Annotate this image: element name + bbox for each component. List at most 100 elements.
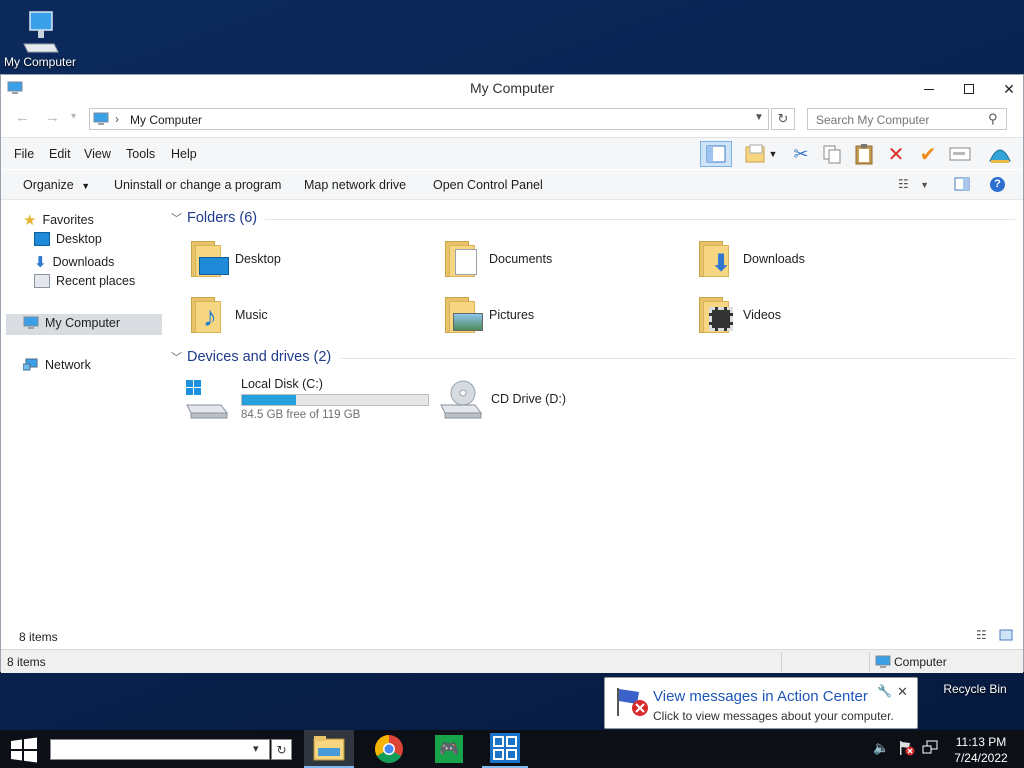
nav-recent-places[interactable]: Recent places (34, 274, 135, 288)
recent-locations-button[interactable]: ▾ (71, 111, 76, 122)
folder-note-icon (745, 144, 765, 163)
chevron-down-icon: ▾ (253, 743, 259, 755)
close-button[interactable]: ✕ (989, 75, 1024, 103)
folder-documents[interactable]: Documents (443, 236, 552, 282)
nav-my-computer[interactable]: My Computer (23, 316, 120, 330)
taskbar-clock[interactable]: 11:13 PM 7/24/2022 (948, 734, 1014, 766)
paste-button[interactable] (851, 141, 877, 167)
details-view-icon: ☷ (976, 628, 987, 642)
desktop-icon-recycle-bin[interactable]: Recycle Bin (935, 682, 1015, 696)
folder-icon: ⬇ (697, 239, 735, 279)
folder-pictures[interactable]: Pictures (443, 292, 534, 338)
action-center-notification[interactable]: View messages in Action Center Click to … (604, 677, 918, 729)
notification-options-button[interactable]: 🔧 (877, 684, 892, 698)
nav-favorites[interactable]: ★ Favorites (23, 211, 94, 229)
open-control-panel-button[interactable]: Open Control Panel (433, 178, 543, 192)
nav-downloads[interactable]: ⬇ Downloads (34, 253, 114, 271)
notification-close-button[interactable]: ✕ (897, 684, 908, 700)
organize-button[interactable]: Organize ▼ (23, 178, 90, 192)
computer-icon (93, 112, 109, 125)
volume-button[interactable]: 🔈 (873, 740, 889, 756)
network-tray-button[interactable] (922, 740, 938, 759)
network-tray-icon (922, 740, 938, 754)
forward-button[interactable]: → (45, 109, 60, 126)
chevron-down-icon: ▼ (768, 149, 778, 159)
nav-label: Recent places (56, 274, 136, 288)
folder-label: Videos (743, 308, 781, 322)
change-view-button[interactable]: ☷ ▼ (898, 177, 929, 191)
desktop-icon (34, 232, 50, 246)
uninstall-program-button[interactable]: Uninstall or change a program (114, 178, 281, 192)
map-network-drive-button[interactable]: Map network drive (304, 178, 406, 192)
taskbar-refresh-button[interactable]: ↻ (271, 739, 292, 760)
folders-group-header[interactable]: ﹀ Folders (6) (171, 210, 257, 226)
folder-videos[interactable]: Videos (697, 292, 781, 338)
action-center-tray-button[interactable] (899, 740, 915, 759)
status-bar: 8 items Computer (1, 649, 1023, 673)
menu-view[interactable]: View (84, 147, 111, 161)
refresh-button[interactable]: ↻ (771, 108, 795, 130)
shell-button[interactable] (987, 141, 1013, 167)
folder-downloads[interactable]: ⬇ Downloads (697, 236, 805, 282)
refresh-icon: ↻ (276, 742, 287, 757)
menu-bar: File Edit View Tools Help ▼ ✂ ✕ ✔ (1, 137, 1023, 169)
title-bar[interactable]: My Computer ✕ (1, 75, 1023, 103)
taskbar-search-box[interactable]: ▾ (50, 739, 270, 760)
back-button[interactable]: ← (15, 109, 30, 126)
menu-help[interactable]: Help (171, 147, 197, 161)
taskbar-xbox[interactable]: 🎮 (424, 730, 474, 768)
preview-pane-toggle[interactable] (954, 177, 970, 194)
flag-error-icon (900, 741, 915, 756)
copy-button[interactable] (819, 141, 845, 167)
drive-usage-fill (242, 395, 296, 405)
menu-tools[interactable]: Tools (126, 147, 155, 161)
computer-icon (875, 655, 891, 668)
search-box[interactable]: ⚲ (807, 108, 1007, 130)
speaker-icon: 🔈 (873, 740, 890, 755)
large-icons-view-button[interactable] (999, 629, 1013, 644)
clipboard-icon (855, 144, 873, 165)
cut-button[interactable]: ✂ (788, 141, 814, 167)
nav-network[interactable]: Network (23, 358, 91, 372)
maximize-button[interactable] (949, 75, 989, 103)
drive-d[interactable]: CD Drive (D:) (439, 375, 566, 423)
details-view-button[interactable]: ☷ (976, 628, 987, 642)
drive-c[interactable]: Local Disk (C:) 84.5 GB free of 119 GB (185, 375, 429, 423)
chevron-down-icon: ▾ (71, 111, 77, 122)
folder-desktop[interactable]: Desktop (189, 236, 281, 282)
network-icon (23, 358, 38, 371)
folder-music[interactable]: ♪ Music (189, 292, 268, 338)
preview-pane-button[interactable] (700, 141, 732, 167)
search-input[interactable] (814, 112, 984, 128)
menu-edit[interactable]: Edit (49, 147, 71, 161)
drive-free-space: 84.5 GB free of 119 GB (241, 409, 361, 421)
menu-file[interactable]: File (14, 147, 34, 161)
minimize-button[interactable] (909, 75, 949, 103)
taskbar-chrome[interactable] (364, 730, 414, 768)
devices-group-header[interactable]: ﹀ Devices and drives (2) (171, 349, 331, 365)
nav-desktop[interactable]: Desktop (34, 232, 102, 246)
taskbar-app-grid[interactable] (482, 730, 528, 768)
rename-button[interactable] (947, 141, 973, 167)
taskbar-file-explorer[interactable] (304, 730, 354, 768)
help-button[interactable]: ? (990, 177, 1005, 192)
drive-name: CD Drive (D:) (491, 392, 566, 406)
folder-label: Desktop (235, 252, 281, 266)
address-path: My Computer (130, 113, 203, 127)
shell-icon (989, 149, 1011, 163)
desktop-icon-my-computer[interactable]: My Computer (0, 8, 80, 69)
folder-icon (697, 295, 735, 335)
nav-label: Network (45, 358, 91, 372)
nav-label: Favorites (42, 213, 94, 227)
address-dropdown-button[interactable]: ▼ (754, 112, 764, 123)
folder-icon (443, 295, 483, 335)
hard-drive-icon (186, 380, 228, 419)
start-button[interactable] (9, 737, 39, 766)
folder-label: Music (235, 308, 268, 322)
folder-label: Documents (489, 252, 553, 266)
group-divider (341, 358, 1015, 359)
view-options-button[interactable]: ▼ (739, 141, 783, 167)
properties-check-button[interactable]: ✔ (915, 141, 941, 167)
address-bar[interactable]: › My Computer ▼ (89, 108, 769, 130)
delete-button[interactable]: ✕ (883, 141, 909, 167)
